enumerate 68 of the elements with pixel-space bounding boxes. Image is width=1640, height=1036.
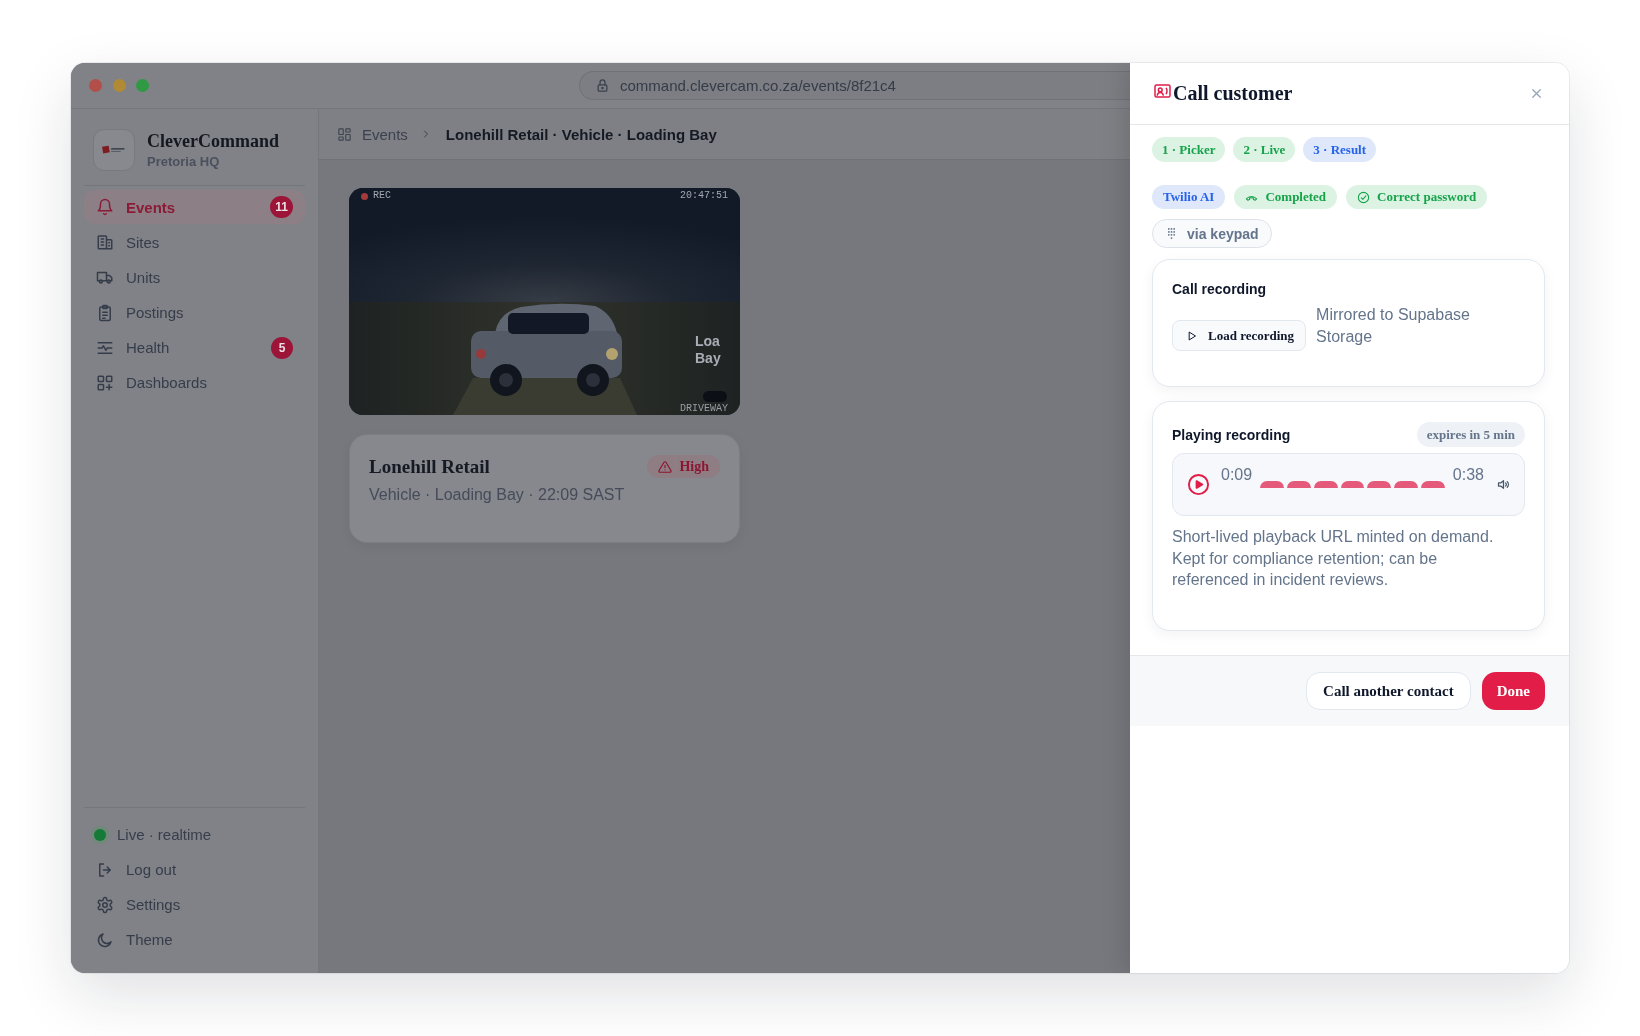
- step-badge: 2 · Live: [1233, 137, 1296, 162]
- play-circle-icon[interactable]: [1187, 473, 1210, 496]
- call-another-button[interactable]: Call another contact: [1306, 672, 1471, 710]
- waveform-bar: [1313, 481, 1338, 488]
- warning-icon: [658, 459, 673, 474]
- lock-icon: [595, 78, 610, 93]
- waveform-bar: [1367, 481, 1392, 488]
- card-title: Call recording: [1172, 280, 1268, 298]
- input-method-text: via keypad: [1187, 225, 1259, 242]
- sidebar-item[interactable]: Units: [84, 260, 305, 295]
- call-status-text: Completed: [1265, 189, 1327, 205]
- rec-label: REC: [373, 189, 391, 203]
- sidebar-item[interactable]: Theme: [84, 922, 305, 957]
- count-badge: 5: [271, 336, 293, 359]
- sidebar-item[interactable]: Postings: [84, 295, 305, 330]
- brand-name: CleverCommand: [147, 129, 279, 152]
- play-icon: [1186, 329, 1198, 342]
- sidebar-item[interactable]: Sites: [84, 225, 305, 260]
- building-icon: [96, 233, 114, 252]
- address-bar[interactable]: command.clevercam.co.za/events/8f21c4: [579, 71, 1130, 100]
- step-badge: 1 · Picker: [1152, 137, 1226, 162]
- waveform-bar: [1340, 481, 1365, 488]
- check-circle-icon: [1357, 190, 1371, 204]
- volume-icon[interactable]: [1496, 477, 1511, 492]
- event-site-title: Lonehill Retail: [369, 455, 490, 478]
- camera-label: DRIVEWAY: [680, 403, 728, 414]
- window-close-button[interactable]: [89, 79, 102, 92]
- contact-card-icon: [1152, 81, 1173, 100]
- breadcrumb-current: Lonehill Retail · Vehicle · Loading Bay: [445, 125, 717, 143]
- step-badge: 3 · Result: [1303, 137, 1377, 162]
- done-button[interactable]: Done: [1481, 672, 1545, 710]
- waveform-bar: [1394, 481, 1418, 488]
- settings-icon: [96, 895, 114, 914]
- total-duration: 0:38: [1452, 465, 1484, 485]
- elapsed-time: 0:09: [1221, 465, 1253, 485]
- load-recording-button[interactable]: Load recording: [1172, 320, 1307, 351]
- sidebar-item[interactable]: Dashboards: [84, 365, 305, 400]
- dialog-title: Call customer: [1173, 82, 1293, 105]
- card-title: Playing recording: [1172, 425, 1291, 444]
- sidebar-item[interactable]: Health 5: [84, 330, 305, 365]
- sidebar-item[interactable]: Events 11: [84, 190, 305, 224]
- sidebar-item[interactable]: Settings: [84, 887, 305, 922]
- bell-icon: [96, 198, 114, 216]
- zone-label: Loa Bay: [695, 333, 722, 367]
- rec-dot-icon: [361, 192, 368, 200]
- logout-icon: [96, 860, 114, 879]
- event-detail-text: Vehicle · Loading Bay · 22:09 SAST: [369, 486, 626, 504]
- breadcrumb-link[interactable]: Events: [362, 125, 408, 143]
- verification-text: Correct password: [1377, 189, 1477, 205]
- provider-badge: Twilio AI: [1152, 185, 1226, 209]
- logo-icon: [93, 129, 135, 171]
- grid-plus-icon: [96, 373, 114, 392]
- sidebar-item[interactable]: Log out: [84, 852, 305, 887]
- waveform-bar: [1260, 481, 1284, 488]
- timestamp-label: 20:47:51: [680, 189, 728, 203]
- grid-icon: [337, 126, 352, 142]
- severity-text: High: [679, 458, 709, 475]
- recording-note: Mirrored to Supabase Storage: [1316, 305, 1471, 347]
- moon-icon: [96, 930, 114, 949]
- playback-note: Short-lived playback URL minted on demand. Kept for compliance retention; can be referenced in incident reviews.: [1172, 527, 1495, 590]
- waveform-bar: [1286, 481, 1311, 488]
- keypad-icon: [1165, 227, 1178, 240]
- close-icon[interactable]: [1529, 86, 1544, 101]
- clipboard-icon: [96, 303, 114, 322]
- status-text: Live · realtime: [117, 826, 212, 843]
- waveform-bar: [1421, 481, 1445, 488]
- count-badge: 11: [270, 196, 293, 218]
- expiry-badge: expires in 5 min: [1416, 422, 1525, 447]
